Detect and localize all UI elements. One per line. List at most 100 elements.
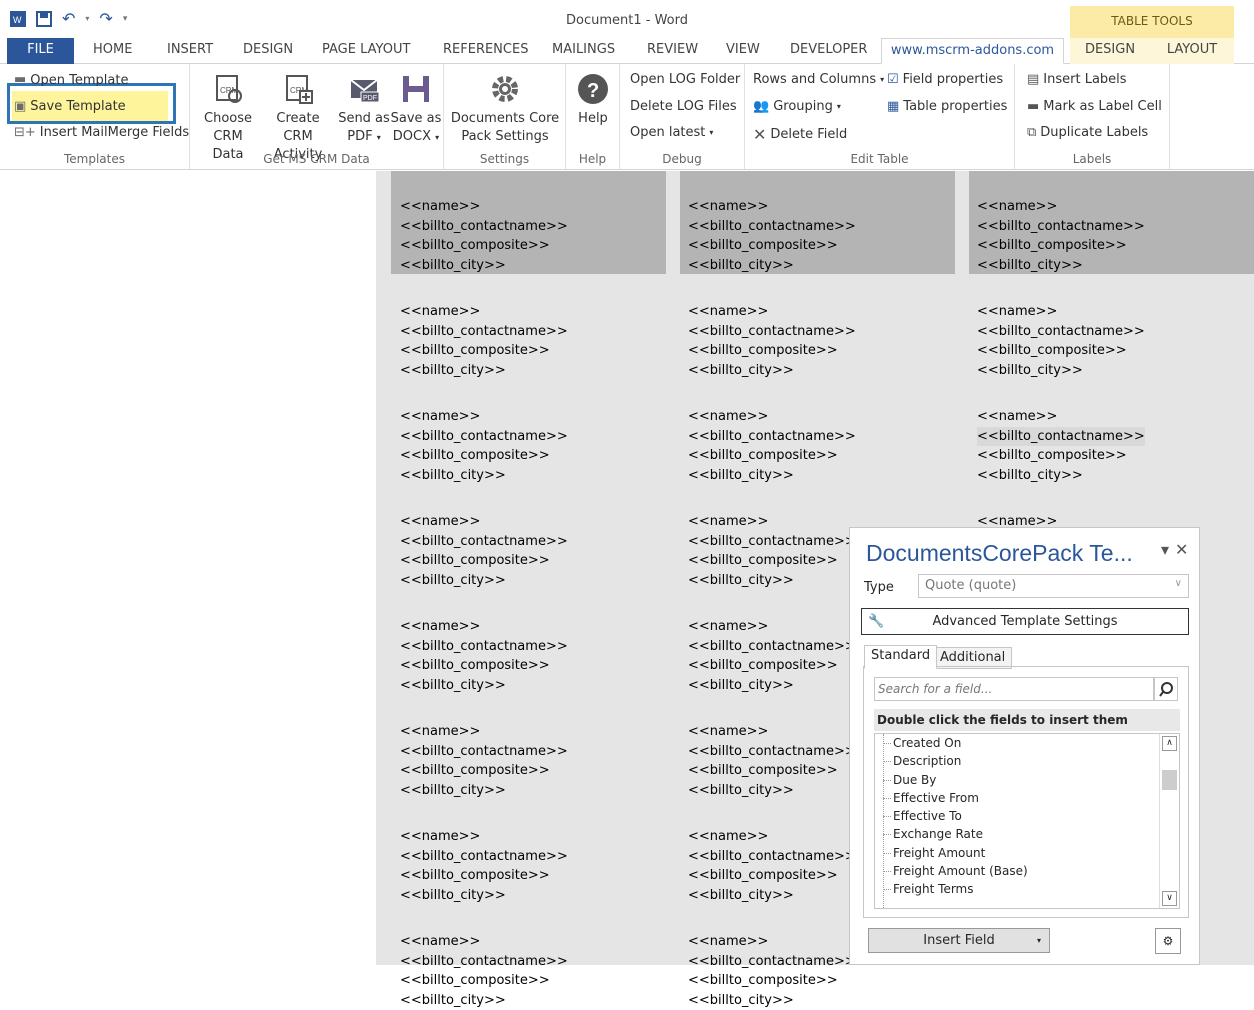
open-log-folder-button[interactable]: Open LOG Folder xyxy=(630,72,740,87)
label-cell[interactable]: <<name>><<billto_contactname>><<billto_c… xyxy=(977,197,1145,275)
merge-field[interactable]: <<billto_composite>> xyxy=(688,656,856,676)
mark-label-cell-button[interactable]: ▬ Mark as Label Cell xyxy=(1027,99,1162,114)
merge-field[interactable]: <<billto_composite>> xyxy=(977,341,1145,361)
merge-field[interactable]: <<name>> xyxy=(400,722,568,742)
merge-field[interactable]: <<name>> xyxy=(688,512,856,532)
merge-field[interactable]: <<billto_contactname>> xyxy=(400,742,568,762)
table-properties-button[interactable]: ▦ Table properties xyxy=(887,99,1007,114)
insert-field-button[interactable]: Insert Field ▾ xyxy=(868,928,1050,953)
merge-field[interactable]: <<billto_composite>> xyxy=(400,866,568,886)
merge-field[interactable]: <<billto_contactname>> xyxy=(400,322,568,342)
merge-field[interactable]: <<name>> xyxy=(400,197,568,217)
merge-field[interactable]: <<billto_city>> xyxy=(688,676,856,696)
merge-field[interactable]: <<billto_composite>> xyxy=(400,971,568,991)
tab-developer[interactable]: DEVELOPER xyxy=(790,38,867,64)
tab-references[interactable]: REFERENCES xyxy=(443,38,528,64)
merge-field[interactable]: <<billto_city>> xyxy=(400,676,568,696)
merge-field[interactable]: <<name>> xyxy=(688,932,856,952)
merge-field[interactable]: <<name>> xyxy=(688,722,856,742)
merge-field[interactable]: <<name>> xyxy=(400,302,568,322)
field-list-item[interactable]: Created On xyxy=(875,734,1179,752)
merge-field[interactable]: <<billto_contactname>> xyxy=(400,532,568,552)
label-cell[interactable]: <<name>><<billto_contactname>><<billto_c… xyxy=(688,617,856,695)
search-icon[interactable] xyxy=(1154,677,1178,701)
merge-field[interactable]: <<billto_contactname>> xyxy=(688,532,856,552)
merge-field[interactable]: <<billto_composite>> xyxy=(977,446,1145,466)
tab-file[interactable]: FILE xyxy=(7,38,74,64)
merge-field[interactable]: <<billto_contactname>> xyxy=(688,427,856,447)
type-select[interactable]: Quote (quote) ∨ xyxy=(918,574,1189,598)
field-list-item[interactable]: Effective To xyxy=(875,807,1179,825)
field-list-item[interactable]: Description xyxy=(875,752,1179,770)
advanced-template-settings-button[interactable]: 🔧 Advanced Template Settings xyxy=(861,608,1189,635)
merge-field[interactable]: <<billto_contactname>> xyxy=(977,322,1145,342)
merge-field[interactable]: <<name>> xyxy=(977,407,1145,427)
merge-field[interactable]: <<billto_contactname>> xyxy=(400,952,568,972)
merge-field[interactable]: <<billto_city>> xyxy=(400,256,568,276)
merge-field[interactable]: <<billto_composite>> xyxy=(977,236,1145,256)
tab-table-design[interactable]: DESIGN xyxy=(1070,38,1150,64)
insert-labels-button[interactable]: ▤ Insert Labels xyxy=(1027,72,1127,87)
open-latest-button[interactable]: Open latest ▾ xyxy=(630,125,713,140)
tab-insert[interactable]: INSERT xyxy=(167,38,213,64)
merge-field[interactable]: <<name>> xyxy=(400,512,568,532)
label-cell[interactable]: <<name>><<billto_contactname>> <<billto_c… xyxy=(688,197,856,275)
field-list-item[interactable]: Freight Terms xyxy=(875,880,1179,898)
label-cell[interactable]: <<name>><<billto_contactname>><<billto_c… xyxy=(688,827,856,905)
label-cell[interactable]: <<name>><<billto_contactname>><<billto_c… xyxy=(400,197,568,275)
tab-review[interactable]: REVIEW xyxy=(647,38,698,64)
field-list-item[interactable]: Effective From xyxy=(875,789,1179,807)
tab-standard[interactable]: Standard xyxy=(864,645,937,669)
field-list[interactable]: Created OnDescriptionDue ByEffective Fro… xyxy=(874,733,1180,909)
delete-field-button[interactable]: ✕ Delete Field xyxy=(753,125,847,144)
save-template-button[interactable]: ▣ Save Template xyxy=(14,99,126,114)
merge-field[interactable]: <<billto_composite>> xyxy=(400,446,568,466)
label-cell[interactable]: <<name>><<billto_contactname>><<billto_c… xyxy=(688,932,856,1010)
merge-field[interactable]: <<billto_composite>> xyxy=(688,761,856,781)
field-list-item[interactable]: Freight Amount xyxy=(875,844,1179,862)
merge-field[interactable]: <<billto_contactname>> xyxy=(688,217,856,237)
tab-mscrm-addons[interactable]: www.mscrm-addons.com xyxy=(881,38,1064,64)
send-as-pdf-button[interactable]: PDF Send as PDF ▾ xyxy=(338,72,390,147)
scroll-down-icon[interactable]: ∨ xyxy=(1162,891,1177,906)
merge-field[interactable]: <<billto_composite>> xyxy=(400,341,568,361)
scroll-up-icon[interactable]: ∧ xyxy=(1162,736,1177,751)
merge-field[interactable]: <<billto_contactname>> xyxy=(977,217,1145,237)
merge-field[interactable]: <<billto_city>> xyxy=(977,256,1145,276)
merge-field[interactable]: <<name>> xyxy=(400,932,568,952)
field-list-item[interactable]: Due By xyxy=(875,771,1179,789)
merge-field[interactable]: <<name>> xyxy=(688,197,856,217)
merge-field[interactable]: <<billto_composite>> xyxy=(688,446,856,466)
field-search-input[interactable]: Search for a field... xyxy=(874,677,1154,701)
merge-field[interactable]: <<billto_contactname>> xyxy=(688,952,856,972)
merge-field[interactable]: <<billto_city>> xyxy=(688,256,856,276)
label-cell[interactable]: <<name>><<billto_contactname>><<billto_c… xyxy=(400,722,568,800)
choose-crm-data-button[interactable]: CRM Choose CRM Data xyxy=(198,72,258,164)
merge-field[interactable]: <<name>> xyxy=(977,197,1145,217)
label-cell[interactable]: <<name>><<billto_contactname>> <<billto_c… xyxy=(400,617,568,695)
merge-field[interactable]: <<name>> xyxy=(977,302,1145,322)
merge-field[interactable]: <<billto_composite>> xyxy=(400,761,568,781)
merge-field[interactable]: <<billto_contactname>> xyxy=(688,847,856,867)
label-cell[interactable]: <<name>><<billto_contactname>><<billto_c… xyxy=(400,302,568,380)
label-cell[interactable]: <<name>><<billto_contactname>><<billto_c… xyxy=(977,407,1145,485)
tab-mailings[interactable]: MAILINGS xyxy=(552,38,615,64)
tab-page-layout[interactable]: PAGE LAYOUT xyxy=(322,38,410,64)
merge-field[interactable]: <<billto_city>> xyxy=(400,571,568,591)
pane-options-icon[interactable]: ▾ xyxy=(1161,540,1169,559)
merge-field[interactable]: <<billto_contactname>> xyxy=(400,637,568,657)
field-list-scrollbar[interactable]: ∧ ∨ xyxy=(1159,734,1179,908)
merge-field[interactable]: <<billto_composite>> xyxy=(688,551,856,571)
help-button[interactable]: ? Help xyxy=(570,72,616,128)
open-template-button[interactable]: ▬ Open Template xyxy=(14,72,128,86)
merge-field[interactable]: <<billto_city>> xyxy=(400,466,568,486)
tab-design[interactable]: DESIGN xyxy=(243,38,293,64)
dcp-settings-button[interactable]: Documents Core Pack Settings xyxy=(448,72,562,146)
merge-field[interactable]: <<billto_composite>> xyxy=(400,236,568,256)
insert-field-dropdown-icon[interactable]: ▾ xyxy=(1037,929,1041,952)
merge-field[interactable]: <<billto_city>> xyxy=(688,571,856,591)
grouping-button[interactable]: 👥 Grouping ▾ xyxy=(753,99,841,114)
label-cell[interactable]: <<name>><<billto_contactname>><<billto_c… xyxy=(977,302,1145,380)
save-as-docx-button[interactable]: Save as DOCX ▾ xyxy=(390,72,442,147)
merge-field[interactable]: <<name>> xyxy=(400,617,568,637)
